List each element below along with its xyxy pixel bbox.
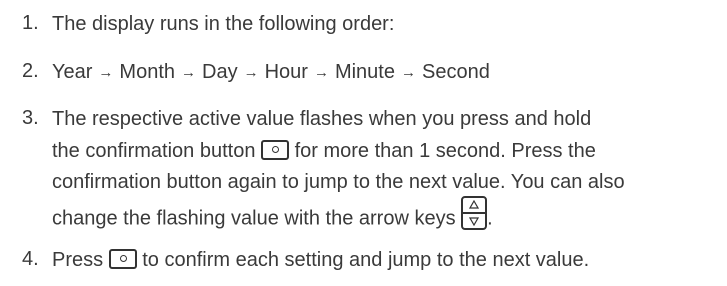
- item-number: 3.: [22, 107, 39, 129]
- arrow-right-icon: →: [181, 64, 197, 81]
- sequence-day: Day: [202, 61, 238, 83]
- confirm-button-icon: [261, 139, 290, 160]
- display-order-sequence: Year → Month → Day → Hour → Minute → Second: [52, 60, 490, 86]
- item-number: 1.: [22, 12, 39, 34]
- instruction-list: 1. The display runs in the following ord…: [0, 0, 727, 286]
- arrow-keys-icon: [461, 196, 488, 230]
- arrow-right-icon: →: [243, 64, 259, 81]
- sequence-hour: Hour: [264, 61, 308, 83]
- item-text-line-3: confirmation button again to jump to the…: [52, 171, 625, 193]
- arrow-down-icon: [469, 217, 480, 226]
- arrow-right-icon: →: [313, 64, 329, 81]
- item-number: 2.: [22, 60, 39, 82]
- sequence-month: Month: [119, 61, 176, 83]
- sequence-year: Year: [52, 61, 93, 83]
- arrow-right-icon: →: [98, 64, 114, 81]
- confirm-button-icon: [108, 248, 137, 269]
- item-text: Press to confirm each setting and jump t…: [52, 248, 590, 271]
- arrow-right-icon: →: [400, 64, 416, 81]
- item-text-line-4: change the flashing value with the arrow…: [52, 196, 493, 236]
- item-text-line-1: The respective active value flashes when…: [52, 108, 592, 130]
- arrow-up-icon: [469, 200, 480, 209]
- item-text-line-2: the confirmation button for more than 1 …: [52, 139, 596, 162]
- item-text: The display runs in the following order:: [52, 13, 395, 35]
- sequence-second: Second: [421, 61, 490, 83]
- sequence-minute: Minute: [334, 61, 395, 83]
- item-number: 4.: [22, 248, 39, 270]
